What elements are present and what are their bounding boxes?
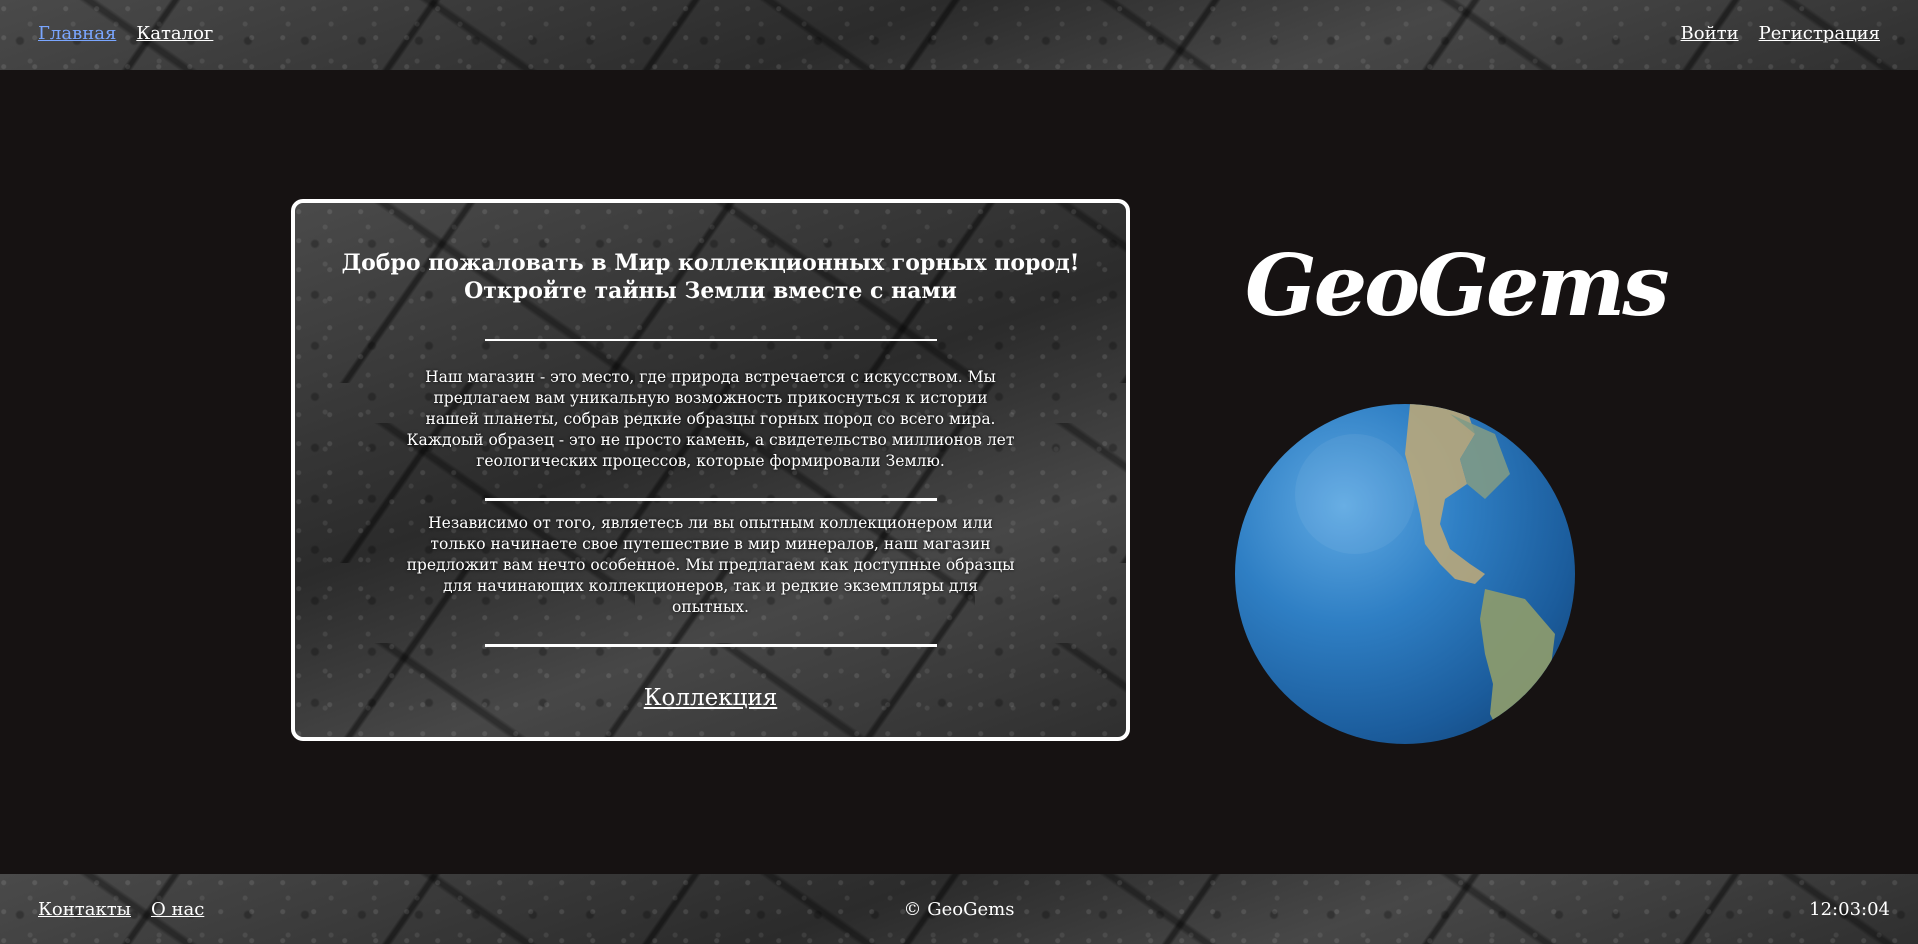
divider xyxy=(484,498,937,501)
main-nav: Главная Каталог xyxy=(38,23,213,44)
login-link[interactable]: Войти xyxy=(1681,23,1739,44)
nav-link-catalog[interactable]: Каталог xyxy=(136,23,213,44)
welcome-title: Добро пожаловать в Мир коллекционных гор… xyxy=(295,249,1126,305)
divider xyxy=(484,339,937,341)
top-navigation-bar: Главная Каталог Войти Регистрация xyxy=(0,0,1918,70)
welcome-card: Добро пожаловать в Мир коллекционных гор… xyxy=(291,199,1130,741)
copyright-text: © GeoGems xyxy=(903,899,1015,920)
divider xyxy=(484,644,937,647)
info-paragraph: Независимо от того, являетесь ли вы опыт… xyxy=(406,514,1015,616)
intro-paragraph: Наш магазин - это место, где природа вст… xyxy=(406,368,1015,470)
globe-continents xyxy=(1295,404,1555,734)
nav-link-home[interactable]: Главная xyxy=(38,23,116,44)
footer-bar: Контакты О нас © GeoGems 12:03:04 xyxy=(0,874,1918,944)
geogems-logo: GeoGems xyxy=(1245,236,1670,335)
clock: 12:03:04 xyxy=(1809,899,1890,920)
welcome-title-line1: Добро пожаловать в Мир коллекционных гор… xyxy=(341,250,1080,276)
auth-nav: Войти Регистрация xyxy=(1681,23,1880,44)
register-link[interactable]: Регистрация xyxy=(1759,23,1880,44)
earth-globe-icon xyxy=(1235,404,1575,744)
collection-link[interactable]: Коллекция xyxy=(644,685,778,711)
welcome-title-line2: Откройте тайны Земли вместе с нами xyxy=(464,278,957,304)
